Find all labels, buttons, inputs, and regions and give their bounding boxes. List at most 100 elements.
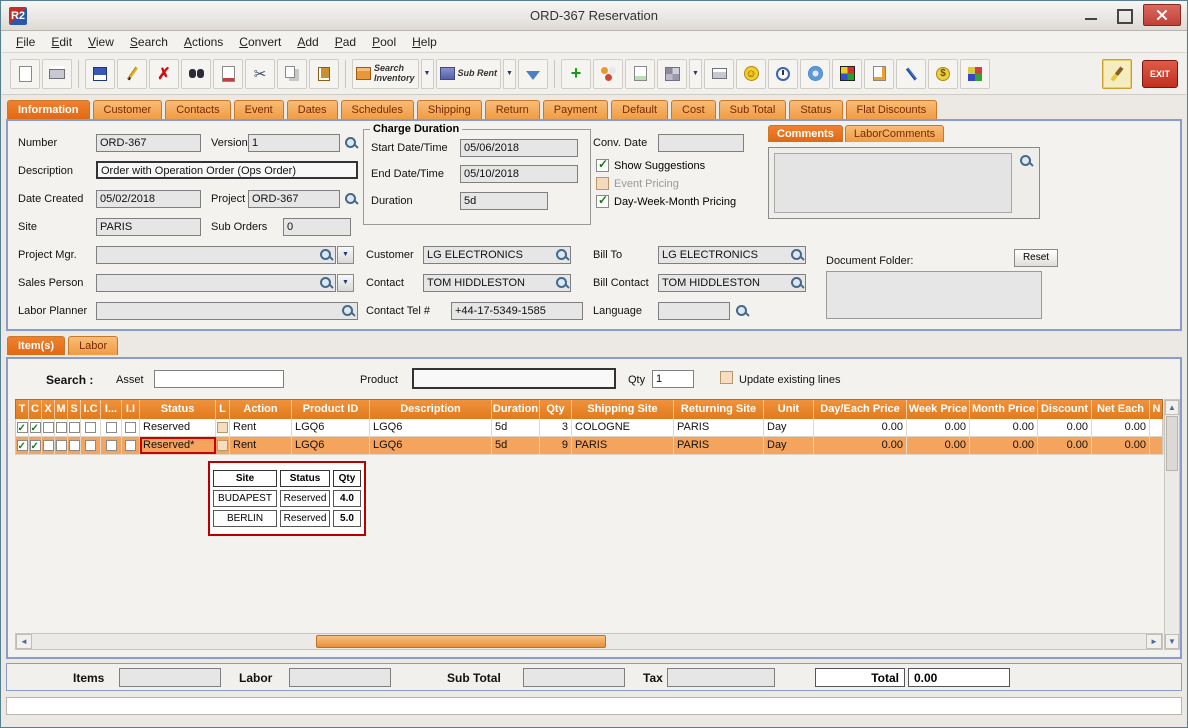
menu-pool[interactable]: Pool [364, 33, 404, 51]
print-forms-button[interactable] [704, 59, 734, 89]
horizontal-scroll-thumb[interactable] [316, 635, 606, 648]
checkbox-cell[interactable] [122, 419, 140, 436]
cell-status[interactable]: Reserved [140, 419, 216, 436]
cell-week-price[interactable]: 0.00 [907, 437, 970, 454]
sales-person-field[interactable] [96, 274, 336, 292]
column-header-status[interactable]: Status [140, 400, 216, 419]
labor-planner-field[interactable] [96, 302, 358, 320]
cell-discount[interactable]: 0.00 [1038, 419, 1092, 436]
column-header-discount[interactable]: Discount [1038, 400, 1092, 419]
cell-duration[interactable]: 5d [492, 437, 540, 454]
description-field[interactable]: Order with Operation Order (Ops Order) [96, 161, 358, 179]
cell-description[interactable]: LGQ6 [370, 419, 492, 436]
row-checkbox[interactable] [125, 422, 136, 433]
tab-labor[interactable]: Labor [68, 336, 118, 355]
row-checkbox[interactable] [30, 422, 41, 433]
tab-customer[interactable]: Customer [93, 100, 163, 119]
pour-button[interactable] [518, 59, 548, 89]
tab-item-s[interactable]: Item(s) [7, 336, 65, 355]
assets-dropdown-arrow[interactable]: ▼ [689, 59, 702, 89]
close-button[interactable] [1143, 4, 1181, 26]
signature-button[interactable] [896, 59, 926, 89]
menu-actions[interactable]: Actions [176, 33, 231, 51]
groups-button[interactable] [593, 59, 623, 89]
language-field[interactable] [658, 302, 730, 320]
comments-search-icon[interactable] [1018, 153, 1034, 169]
end-date-field[interactable]: 05/10/2018 [460, 165, 578, 183]
reset-button[interactable]: Reset [1014, 249, 1058, 267]
labor-planner-search-icon[interactable] [340, 303, 356, 319]
product-search-input[interactable] [412, 368, 616, 389]
tab-sub-total[interactable]: Sub Total [719, 100, 787, 119]
cell-n[interactable] [1150, 419, 1164, 436]
cut-row-button[interactable] [213, 59, 243, 89]
column-header-day-each-price[interactable]: Day/Each Price [814, 400, 907, 419]
comments-textarea[interactable] [774, 153, 1012, 213]
bill-to-field[interactable]: LG ELECTRONICS [658, 246, 806, 264]
column-header-qty[interactable]: Qty [540, 400, 572, 419]
column-header-week-price[interactable]: Week Price [907, 400, 970, 419]
column-header-i-c[interactable]: I.C [81, 400, 101, 419]
tab-return[interactable]: Return [485, 100, 540, 119]
project-mgr-search-icon[interactable] [318, 247, 334, 263]
tab-laborcomments[interactable]: LaborComments [845, 125, 944, 142]
column-header-l[interactable]: L [216, 400, 230, 419]
row-checkbox[interactable] [217, 422, 228, 433]
contact-search-icon[interactable] [554, 275, 570, 291]
cell-discount[interactable]: 0.00 [1038, 437, 1092, 454]
project-mgr-field[interactable] [96, 246, 336, 264]
update-existing-lines-checkbox[interactable] [720, 371, 733, 384]
row-checkbox[interactable] [85, 422, 96, 433]
tab-schedules[interactable]: Schedules [341, 100, 414, 119]
column-header-net-each[interactable]: Net Each [1092, 400, 1150, 419]
column-header-unit[interactable]: Unit [764, 400, 814, 419]
menu-view[interactable]: View [80, 33, 122, 51]
tab-contacts[interactable]: Contacts [165, 100, 230, 119]
column-header-action[interactable]: Action [230, 400, 292, 419]
column-header-t[interactable]: T [16, 400, 29, 419]
row-checkbox[interactable] [106, 422, 117, 433]
search-inventory-dropdown-arrow[interactable]: ▼ [421, 59, 434, 89]
row-checkbox[interactable] [217, 440, 228, 451]
tab-cost[interactable]: Cost [671, 100, 716, 119]
cell-shipping-site[interactable]: PARIS [572, 437, 674, 454]
row-checkbox[interactable] [43, 440, 54, 451]
cell-net-each[interactable]: 0.00 [1092, 419, 1150, 436]
tab-dates[interactable]: Dates [287, 100, 338, 119]
media-button[interactable] [800, 59, 830, 89]
sub-rent-button[interactable]: Sub Rent [436, 59, 502, 89]
cell-n[interactable] [1150, 437, 1164, 454]
checkbox-cell[interactable] [42, 437, 55, 454]
menu-file[interactable]: File [8, 33, 43, 51]
duration-field[interactable]: 5d [460, 192, 548, 210]
menu-help[interactable]: Help [404, 33, 445, 51]
bill-to-search-icon[interactable] [789, 247, 805, 263]
scroll-right-icon[interactable]: ► [1146, 634, 1162, 649]
table-row[interactable]: Reserved*RentLGQ6LGQ65d9PARISPARISDay0.0… [16, 437, 1162, 455]
column-header-s[interactable]: S [68, 400, 81, 419]
add-button[interactable]: + [561, 59, 591, 89]
row-checkbox[interactable] [17, 440, 28, 451]
row-checkbox[interactable] [106, 440, 117, 451]
customer-search-icon[interactable] [554, 247, 570, 263]
row-checkbox[interactable] [17, 422, 28, 433]
tab-status[interactable]: Status [789, 100, 842, 119]
checkbox-cell[interactable] [29, 419, 42, 436]
sales-person-dropdown-arrow[interactable]: ▼ [337, 274, 354, 292]
cell-duration[interactable]: 5d [492, 419, 540, 436]
row-checkbox[interactable] [69, 422, 80, 433]
minimize-button[interactable] [1079, 5, 1103, 25]
event-pricing-checkbox[interactable] [596, 177, 609, 190]
menu-edit[interactable]: Edit [43, 33, 80, 51]
checkbox-cell[interactable] [68, 419, 81, 436]
document-folder-box[interactable] [826, 271, 1042, 319]
pool-button[interactable] [960, 59, 990, 89]
menu-add[interactable]: Add [289, 33, 326, 51]
tab-payment[interactable]: Payment [543, 100, 608, 119]
highlight-button[interactable] [1102, 59, 1132, 89]
delete-button[interactable]: ✗ [149, 59, 179, 89]
row-checkbox[interactable] [56, 440, 67, 451]
cell-month-price[interactable]: 0.00 [970, 419, 1038, 436]
version-search-icon[interactable] [343, 135, 359, 151]
project-field[interactable]: ORD-367 [248, 190, 340, 208]
